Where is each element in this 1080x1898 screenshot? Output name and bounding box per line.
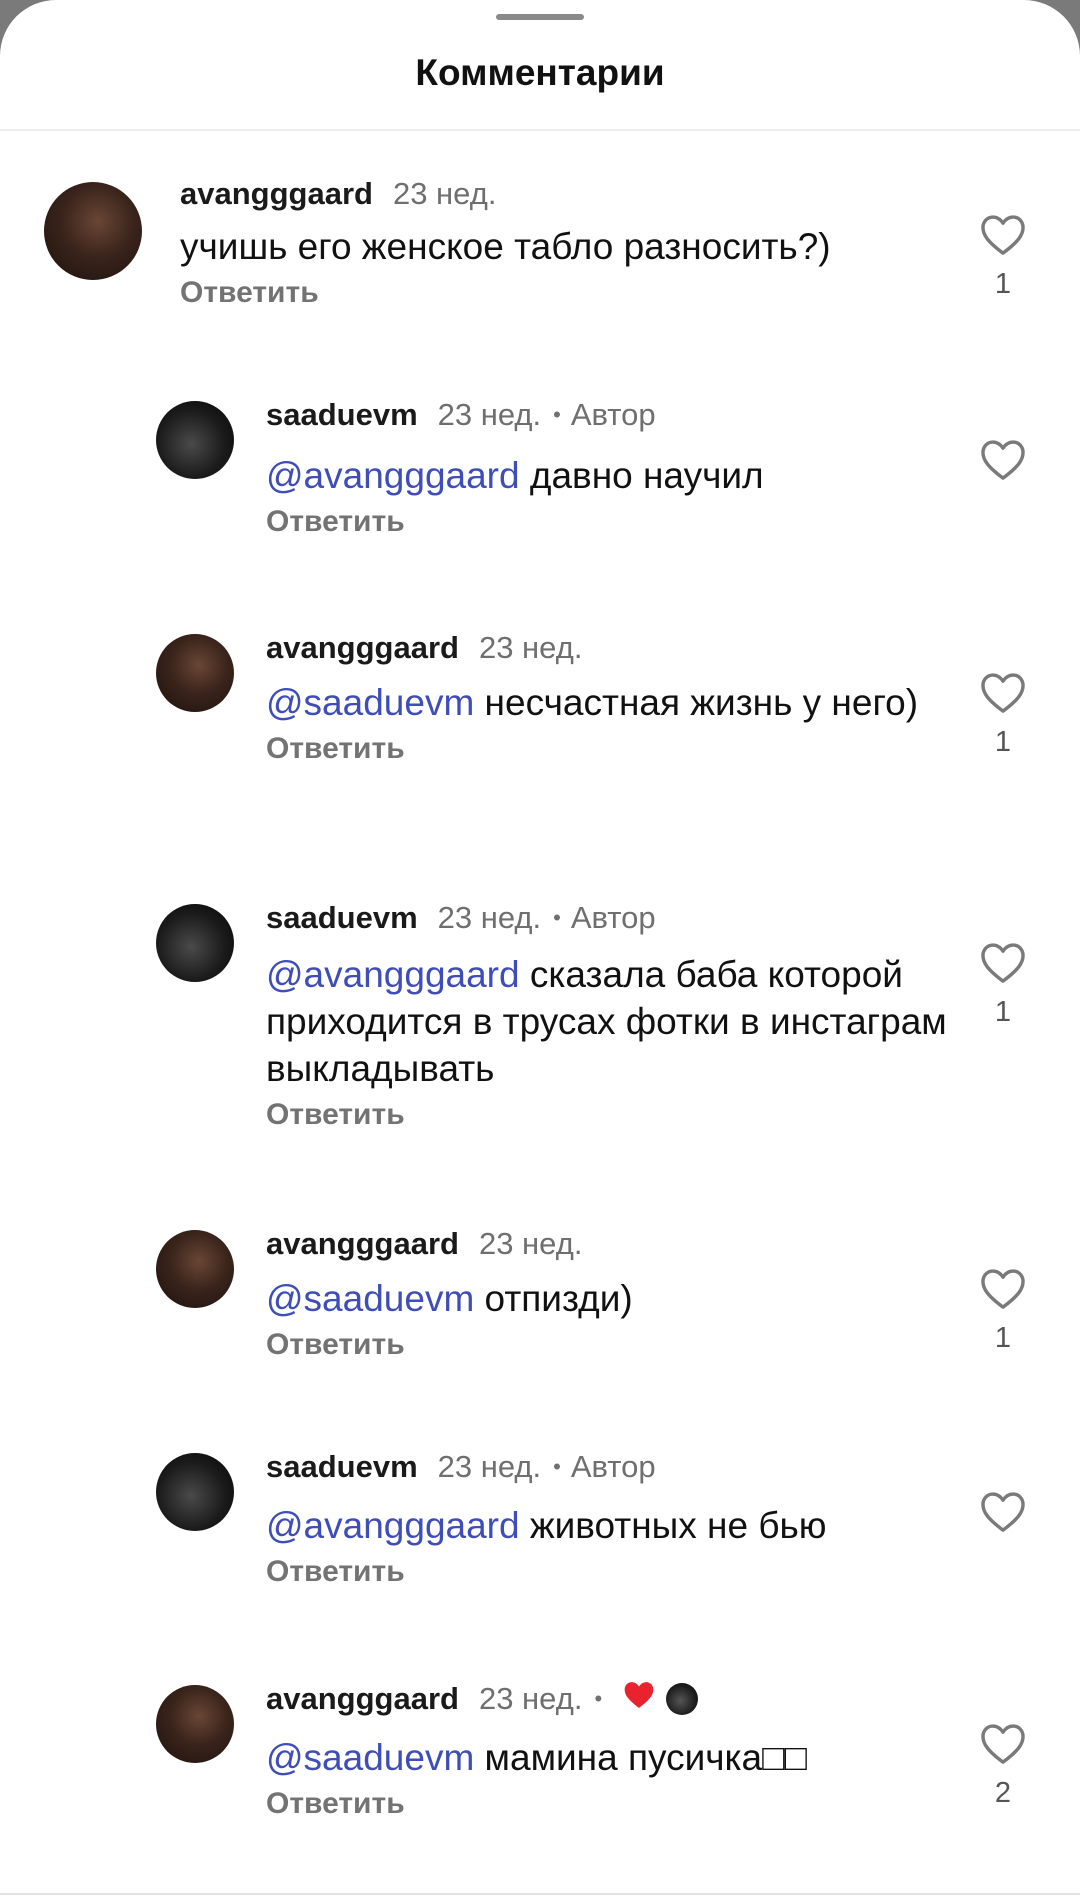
like-count: 1 (994, 996, 1012, 1028)
drag-handle[interactable] (496, 14, 584, 20)
comment-text: @saaduevm отпизди) (266, 1278, 633, 1319)
like-count: 1 (994, 268, 1012, 300)
heart-outline-icon (981, 1492, 1025, 1532)
comment-text: @saaduevm мамина пусичка□□ (266, 1737, 807, 1778)
comment-time: 23 нед. (478, 630, 583, 665)
heart-outline-icon (981, 215, 1025, 255)
reply-button[interactable]: Ответить (266, 1098, 956, 1132)
comment-time: 23 нед. (392, 176, 497, 211)
like-count: 2 (994, 1777, 1012, 1809)
heart-filled-icon (622, 1680, 656, 1718)
separator-dot: • (594, 1686, 603, 1711)
comment-username[interactable]: saaduevm (266, 900, 418, 936)
comment-text: @avangggaard давно научил (266, 455, 764, 496)
like-count: 1 (994, 1322, 1012, 1354)
like-control[interactable]: 2 (978, 1723, 1028, 1810)
author-badge: Автор (570, 1449, 656, 1484)
comment-username[interactable]: avangggaard (266, 630, 459, 666)
separator-dot: • (553, 905, 561, 930)
reply-button[interactable]: Ответить (266, 1555, 956, 1589)
like-control[interactable]: 1 (978, 1268, 1028, 1355)
comment-mention[interactable]: @saaduevm (266, 1278, 474, 1319)
comment-text: @saaduevm несчастная жизнь у него) (266, 682, 919, 723)
user-avatar-icon[interactable] (156, 634, 234, 712)
bottom-divider (0, 1893, 1080, 1895)
like-control[interactable] (978, 1491, 1028, 1545)
comment-mention[interactable]: @saaduevm (266, 682, 474, 723)
like-control[interactable]: 1 (978, 214, 1028, 301)
user-avatar-icon[interactable] (156, 1230, 234, 1308)
separator-dot: • (553, 402, 561, 427)
reply-button[interactable]: Ответить (266, 505, 956, 539)
comments-sheet: Комментарии avangggaard 23 нед. учишь ег… (0, 0, 1080, 1898)
comment-text: @avangggaard животных не бью (266, 1505, 827, 1546)
comment-time: 23 нед. (478, 1226, 583, 1261)
user-avatar-icon[interactable] (156, 1685, 234, 1763)
sheet-title: Комментарии (415, 52, 665, 93)
comment-mention[interactable]: @avangggaard (266, 455, 520, 496)
author-badge: Автор (570, 397, 656, 432)
comment-mention[interactable]: @avangggaard (266, 954, 520, 995)
like-control[interactable] (978, 439, 1028, 493)
user-avatar-icon[interactable] (156, 904, 234, 982)
heart-outline-icon (981, 1269, 1025, 1309)
comment-text: @avangggaard сказала баба которой приход… (266, 954, 947, 1089)
comment-username[interactable]: avangggaard (266, 1681, 459, 1717)
comment-time: 23 нед. (478, 1681, 583, 1716)
reply-button[interactable]: Ответить (266, 1328, 956, 1362)
comment-username[interactable]: avangggaard (266, 1226, 459, 1262)
comment-mention[interactable]: @saaduevm (266, 1737, 474, 1778)
comment-time: 23 нед. (437, 900, 542, 935)
comment-text: учишь его женское табло разносить?) (180, 226, 831, 267)
heart-outline-icon (981, 943, 1025, 983)
like-count: 1 (994, 726, 1012, 758)
user-avatar-icon[interactable] (156, 1453, 234, 1531)
header-divider (0, 129, 1080, 131)
heart-outline-icon (981, 1724, 1025, 1764)
like-control[interactable]: 1 (978, 672, 1028, 759)
separator-dot: • (553, 1454, 561, 1479)
author-avatar-icon (666, 1683, 699, 1715)
user-avatar-icon[interactable] (156, 401, 234, 479)
comment-username[interactable]: saaduevm (266, 397, 418, 433)
user-avatar-icon[interactable] (44, 182, 142, 280)
reply-button[interactable]: Ответить (266, 1787, 956, 1821)
comment-time: 23 нед. (437, 397, 542, 432)
comment-time: 23 нед. (437, 1449, 542, 1484)
comment-username[interactable]: saaduevm (266, 1449, 418, 1485)
comment-mention[interactable]: @avangggaard (266, 1505, 520, 1546)
heart-outline-icon (981, 440, 1025, 480)
like-control[interactable]: 1 (978, 942, 1028, 1029)
reply-button[interactable]: Ответить (266, 732, 956, 766)
author-badge: Автор (570, 900, 656, 935)
heart-outline-icon (981, 673, 1025, 713)
reply-button[interactable]: Ответить (180, 276, 940, 310)
comment-username[interactable]: avangggaard (180, 176, 373, 212)
